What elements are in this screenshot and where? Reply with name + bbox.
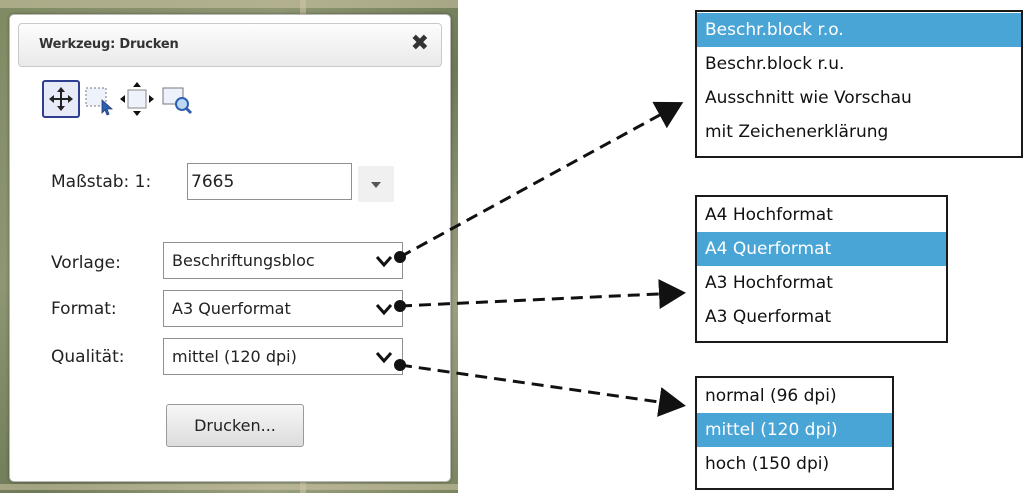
- arrow-origin-dot: [394, 300, 406, 312]
- arrow-origin-dot: [394, 251, 406, 263]
- callout-arrows: [394, 101, 686, 417]
- arrow-template: [399, 101, 684, 259]
- arrow-quality: [399, 363, 686, 417]
- arrow-format: [399, 278, 686, 309]
- arrow-origin-dot: [394, 359, 406, 371]
